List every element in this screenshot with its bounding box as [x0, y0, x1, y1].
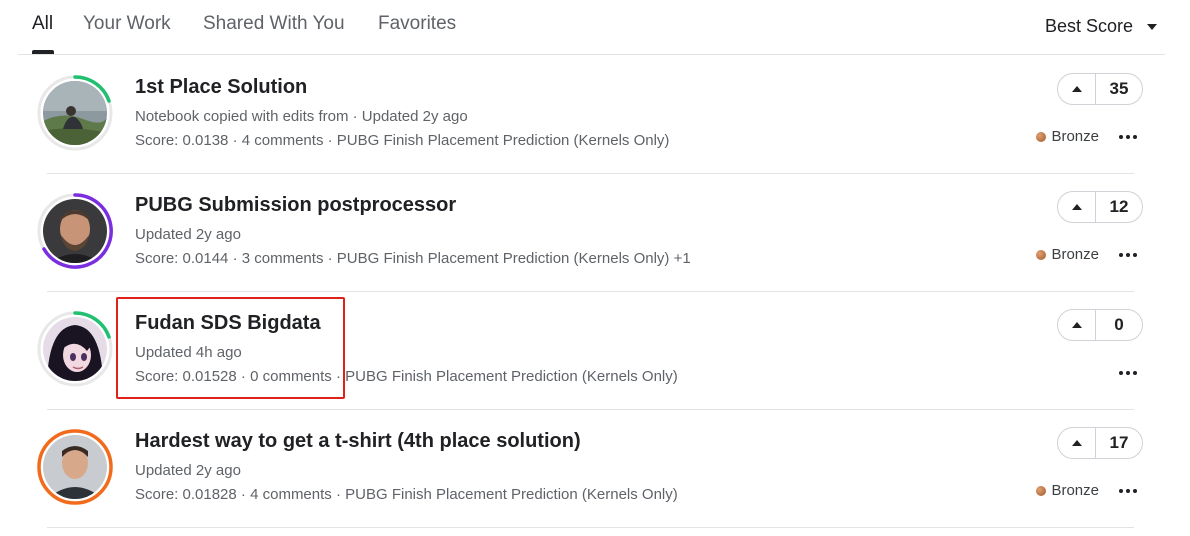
vote-count: 35 [1109, 79, 1129, 98]
medal-badge: Bronze [1036, 246, 1099, 263]
notebook-meta: Score: 0.0144 · 3 comments · PUBG Finish… [135, 250, 691, 267]
bronze-medal-icon [1036, 131, 1047, 142]
separator: · [228, 132, 242, 149]
score-text: Score: 0.0144 [135, 250, 229, 267]
avatar [43, 199, 107, 263]
caret-up-icon [1071, 440, 1082, 446]
notebook-meta: Score: 0.01828 · 4 comments · PUBG Finis… [135, 486, 678, 503]
separator: · [323, 132, 337, 149]
comments-link[interactable]: 4 comments [250, 486, 332, 503]
notebook-subtitle: Notebook copied with edits from · Update… [135, 108, 468, 125]
notebook-title[interactable]: Fudan SDS Bigdata [135, 312, 321, 335]
medal-badge: Bronze [1036, 482, 1099, 499]
notebook-subtitle: Updated 4h ago [135, 344, 242, 361]
notebook-title[interactable]: Hardest way to get a t-shirt (4th place … [135, 430, 581, 453]
notebook-list: 1st Place Solution Notebook copied with … [0, 56, 1190, 528]
upvote-button[interactable] [1058, 74, 1096, 104]
caret-down-icon [1147, 23, 1157, 30]
competition-link[interactable]: PUBG Finish Placement Prediction (Kernel… [337, 132, 670, 149]
more-options-button[interactable] [1113, 240, 1143, 270]
more-options-button[interactable] [1113, 476, 1143, 506]
divider [47, 527, 1134, 528]
avatar [43, 435, 107, 499]
vote-count: 0 [1114, 315, 1124, 334]
competition-link[interactable]: PUBG Finish Placement Prediction (Kernel… [337, 250, 691, 267]
notebook-title[interactable]: 1st Place Solution [135, 76, 307, 99]
tab-bar: All Your Work Shared With You Favorites … [18, 0, 1165, 55]
user-avatar-link[interactable] [36, 74, 114, 152]
separator: · [236, 368, 251, 385]
upvote-button[interactable] [1058, 310, 1096, 340]
vote-widget: 17 [1057, 427, 1143, 459]
score-text: Score: 0.01828 [135, 486, 237, 503]
active-tab-indicator [32, 50, 54, 54]
user-avatar-link[interactable] [36, 428, 114, 506]
notebook-subtitle: Updated 2y ago [135, 226, 241, 243]
separator: · [331, 486, 346, 503]
avatar [43, 317, 107, 381]
notebook-meta: Score: 0.0138 · 4 comments · PUBG Finish… [135, 132, 669, 149]
medal-label: Bronze [1051, 482, 1099, 499]
user-avatar-link[interactable] [36, 310, 114, 388]
upvote-button[interactable] [1058, 428, 1096, 458]
notebook-meta: Score: 0.01528 · 0 comments · PUBG Finis… [135, 368, 678, 385]
tab-favorites[interactable]: Favorites [378, 13, 456, 35]
separator: · [228, 250, 242, 267]
medal-badge: Bronze [1036, 128, 1099, 145]
list-item: 1st Place Solution Notebook copied with … [0, 56, 1190, 174]
comments-link[interactable]: 0 comments [250, 368, 332, 385]
notebook-title[interactable]: PUBG Submission postprocessor [135, 194, 456, 217]
list-item: PUBG Submission postprocessor Updated 2y… [0, 174, 1190, 292]
medal-label: Bronze [1051, 246, 1099, 263]
tab-shared-with-you[interactable]: Shared With You [203, 13, 345, 35]
vote-count: 17 [1109, 433, 1129, 452]
vote-count: 12 [1109, 197, 1129, 216]
medal-label: Bronze [1051, 128, 1099, 145]
separator: · [331, 368, 346, 385]
competition-link[interactable]: PUBG Finish Placement Prediction (Kernel… [345, 486, 678, 503]
score-text: Score: 0.01528 [135, 368, 237, 385]
notebook-subtitle: Updated 2y ago [135, 462, 241, 479]
avatar [43, 81, 107, 145]
bronze-medal-icon [1036, 249, 1047, 260]
vote-widget: 12 [1057, 191, 1143, 223]
more-options-button[interactable] [1113, 122, 1143, 152]
tab-your-work[interactable]: Your Work [83, 13, 171, 35]
sort-dropdown[interactable]: Best Score [1045, 16, 1157, 37]
more-options-button[interactable] [1113, 358, 1143, 388]
comments-link[interactable]: 3 comments [242, 250, 324, 267]
bronze-medal-icon [1036, 485, 1047, 496]
competition-link[interactable]: PUBG Finish Placement Prediction (Kernel… [345, 368, 678, 385]
separator: · [323, 250, 337, 267]
separator: · [236, 486, 251, 503]
comments-link[interactable]: 4 comments [242, 132, 324, 149]
score-text: Score: 0.0138 [135, 132, 229, 149]
list-item: Fudan SDS Bigdata Updated 4h ago Score: … [0, 292, 1190, 410]
tab-all[interactable]: All [32, 13, 53, 35]
sort-label: Best Score [1044, 16, 1133, 36]
caret-up-icon [1071, 86, 1082, 92]
user-avatar-link[interactable] [36, 192, 114, 270]
caret-up-icon [1071, 322, 1082, 328]
vote-widget: 0 [1057, 309, 1143, 341]
upvote-button[interactable] [1058, 192, 1096, 222]
vote-widget: 35 [1057, 73, 1143, 105]
caret-up-icon [1071, 204, 1082, 210]
list-item: Hardest way to get a t-shirt (4th place … [0, 410, 1190, 528]
